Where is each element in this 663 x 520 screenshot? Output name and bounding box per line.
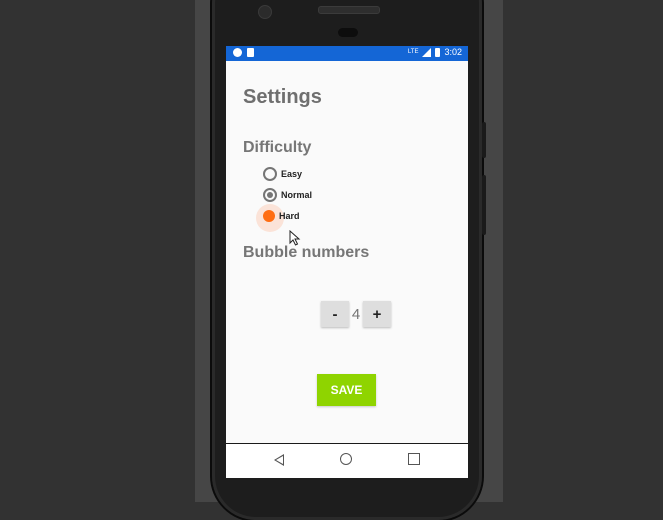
- nav-recents-icon[interactable]: [408, 453, 420, 465]
- signal-icon: [422, 47, 432, 57]
- bubble-count-value: 4: [351, 305, 361, 323]
- status-bar: LTE 3:02: [226, 46, 468, 61]
- notification-dot-icon: [233, 48, 242, 57]
- bubble-numbers-heading: Bubble numbers: [243, 244, 370, 261]
- app-screen: LTE 3:02 Settings Difficulty Easy Normal…: [226, 46, 468, 478]
- radio-label: Easy: [281, 169, 303, 179]
- navigation-bar: [226, 443, 468, 478]
- radio-circle-icon: [263, 167, 277, 181]
- increment-button[interactable]: +: [363, 301, 391, 327]
- nav-back-icon[interactable]: [274, 454, 284, 466]
- save-button[interactable]: SAVE: [317, 374, 376, 406]
- front-camera-icon: [258, 5, 272, 19]
- radio-checked-icon: [263, 188, 277, 202]
- decrement-button[interactable]: -: [321, 301, 349, 327]
- sd-card-icon: [247, 48, 254, 57]
- power-button[interactable]: [482, 175, 486, 235]
- radio-pressed-icon: [263, 210, 275, 222]
- battery-icon: [435, 47, 441, 57]
- difficulty-heading: Difficulty: [243, 139, 312, 156]
- radio-easy[interactable]: Easy: [263, 167, 302, 181]
- cursor-icon: [289, 230, 301, 246]
- lte-icon: LTE: [407, 49, 419, 55]
- nav-home-icon[interactable]: [340, 453, 352, 465]
- proximity-sensor: [338, 28, 358, 37]
- radio-label: Hard: [279, 211, 300, 221]
- radio-normal[interactable]: Normal: [263, 188, 312, 202]
- page-title: Settings: [243, 86, 322, 108]
- right-panel: [503, 0, 663, 502]
- left-panel: [0, 0, 195, 502]
- radio-label: Normal: [281, 190, 313, 200]
- bubble-count-stepper: - 4 +: [321, 301, 391, 327]
- radio-hard[interactable]: Hard: [263, 210, 300, 222]
- status-time: 3:02: [444, 47, 462, 57]
- speaker-grille: [318, 6, 380, 14]
- volume-button[interactable]: [482, 122, 486, 158]
